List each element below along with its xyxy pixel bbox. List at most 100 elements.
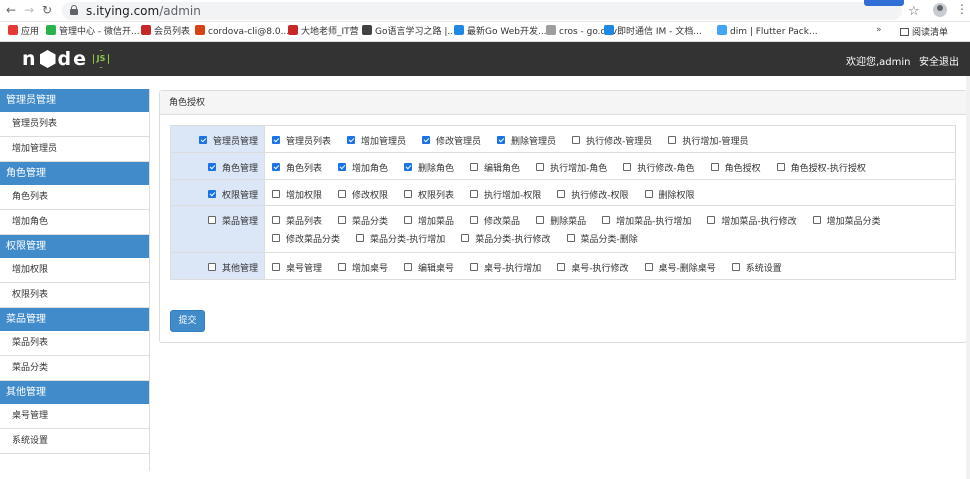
permission-checkbox-label[interactable]: 修改菜品分类: [272, 229, 340, 247]
permission-checkbox-label[interactable]: 桌号-删除桌号: [644, 258, 716, 276]
reload-icon[interactable]: ↻: [40, 3, 54, 17]
group-checkbox-label[interactable]: 权限管理: [207, 185, 258, 203]
bookmark-item[interactable]: dim | Flutter Pack...: [717, 25, 818, 39]
permission-checkbox[interactable]: [356, 234, 365, 242]
permission-checkbox[interactable]: [668, 136, 677, 144]
sidebar-section-header[interactable]: 管理员管理: [0, 89, 149, 112]
permission-checkbox-label[interactable]: 增加角色: [338, 158, 388, 176]
permission-checkbox-label[interactable]: 菜品分类-执行修改: [461, 229, 551, 247]
permission-checkbox-label[interactable]: 菜品列表: [272, 211, 322, 229]
bookmark-item[interactable]: 即时通信 IM - 文档...: [604, 25, 702, 39]
bookmark-item[interactable]: 应用: [8, 25, 39, 39]
sidebar-item[interactable]: 菜品列表: [0, 331, 149, 356]
forward-icon[interactable]: →: [22, 3, 36, 17]
permission-checkbox-label[interactable]: 执行修改-权限: [557, 185, 629, 203]
permission-checkbox[interactable]: [710, 163, 719, 171]
group-checkbox-label[interactable]: 其他管理: [207, 258, 258, 276]
bookmark-item[interactable]: Go语言学习之路 |...: [362, 25, 456, 39]
permission-checkbox[interactable]: [338, 190, 347, 198]
sidebar-item[interactable]: 角色列表: [0, 185, 149, 210]
permission-checkbox[interactable]: [644, 263, 653, 271]
permission-checkbox-label[interactable]: 增加菜品-执行增加: [602, 211, 691, 229]
permission-checkbox[interactable]: [272, 163, 280, 171]
extension-tab[interactable]: [864, 0, 904, 6]
permission-checkbox-label[interactable]: 增加菜品分类: [812, 211, 881, 229]
bookmarks-overflow-icon[interactable]: »: [876, 25, 882, 35]
permission-checkbox-label[interactable]: 角色授权: [710, 158, 761, 176]
permission-checkbox[interactable]: [566, 234, 575, 242]
permission-checkbox-label[interactable]: 桌号-执行增加: [470, 258, 541, 276]
group-checkbox[interactable]: [207, 190, 216, 198]
permission-checkbox-label[interactable]: 执行增加-管理员: [668, 131, 749, 149]
permission-checkbox[interactable]: [404, 163, 413, 171]
permission-checkbox-label[interactable]: 执行增加-角色: [536, 158, 607, 176]
permission-checkbox[interactable]: [623, 163, 632, 171]
submit-button[interactable]: 提交: [170, 310, 205, 332]
url-text[interactable]: s.itying.com/admin: [86, 4, 201, 18]
permission-checkbox[interactable]: [272, 190, 280, 198]
sidebar-section-header[interactable]: 其他管理: [0, 381, 149, 404]
permission-checkbox[interactable]: [644, 190, 653, 198]
permission-checkbox-label[interactable]: 增加管理员: [347, 131, 406, 149]
group-checkbox-label[interactable]: 菜品管理: [207, 211, 258, 229]
permission-checkbox-label[interactable]: 修改菜品: [470, 211, 520, 229]
permission-checkbox-label[interactable]: 增加桌号: [338, 258, 388, 276]
permission-checkbox-label[interactable]: 执行修改-管理员: [572, 131, 652, 149]
permission-checkbox[interactable]: [470, 190, 479, 198]
permission-checkbox[interactable]: [461, 234, 470, 242]
permission-checkbox[interactable]: [557, 263, 566, 271]
group-checkbox[interactable]: [207, 263, 216, 271]
permission-checkbox[interactable]: [404, 263, 413, 271]
permission-checkbox-label[interactable]: 执行增加-权限: [470, 185, 541, 203]
permission-checkbox-label[interactable]: 角色授权-执行授权: [776, 158, 866, 176]
permission-checkbox-label[interactable]: 修改权限: [338, 185, 388, 203]
permission-checkbox[interactable]: [347, 136, 356, 144]
permission-checkbox-label[interactable]: 编辑角色: [470, 158, 520, 176]
group-checkbox-label[interactable]: 管理员管理: [198, 131, 258, 149]
permission-checkbox-label[interactable]: 删除管理员: [497, 131, 556, 149]
permission-checkbox[interactable]: [776, 163, 785, 171]
permission-checkbox[interactable]: [707, 216, 716, 224]
sidebar-item[interactable]: 权限列表: [0, 283, 149, 308]
permission-checkbox[interactable]: [272, 216, 280, 224]
sidebar-item[interactable]: 增加权限: [0, 258, 149, 283]
back-icon[interactable]: ←: [4, 3, 18, 17]
permission-checkbox[interactable]: [338, 216, 347, 224]
sidebar-item[interactable]: 菜品分类: [0, 356, 149, 381]
permission-checkbox[interactable]: [272, 263, 280, 271]
permission-checkbox-label[interactable]: 修改管理员: [422, 131, 481, 149]
permission-checkbox-label[interactable]: 执行修改-角色: [623, 158, 695, 176]
sidebar-item[interactable]: 增加角色: [0, 210, 149, 235]
permission-checkbox-label[interactable]: 角色列表: [272, 158, 322, 176]
permission-checkbox-label[interactable]: 菜品分类: [338, 211, 388, 229]
permission-checkbox-label[interactable]: 菜品分类-执行增加: [356, 229, 445, 247]
profile-avatar-icon[interactable]: [933, 3, 947, 17]
permission-checkbox[interactable]: [470, 263, 479, 271]
group-checkbox-label[interactable]: 角色管理: [207, 158, 258, 176]
permission-checkbox[interactable]: [470, 163, 479, 171]
menu-kebab-icon[interactable]: ⋮: [956, 2, 968, 16]
sidebar-item[interactable]: 桌号管理: [0, 404, 149, 429]
permission-checkbox-label[interactable]: 桌号管理: [272, 258, 322, 276]
permission-checkbox[interactable]: [338, 163, 347, 171]
permission-checkbox-label[interactable]: 权限列表: [404, 185, 454, 203]
sidebar-section-header[interactable]: 菜品管理: [0, 308, 149, 331]
bookmark-item[interactable]: 会员列表: [141, 25, 190, 39]
permission-checkbox-label[interactable]: 编辑桌号: [404, 258, 454, 276]
permission-checkbox[interactable]: [404, 216, 413, 224]
logout-link[interactable]: 安全退出: [919, 53, 959, 68]
bookmark-item[interactable]: 管理中心 - 微信开...: [46, 25, 140, 39]
permission-checkbox[interactable]: [422, 136, 431, 144]
permission-checkbox-label[interactable]: 菜品分类-删除: [566, 229, 638, 247]
scrollbar[interactable]: [966, 76, 970, 479]
permission-checkbox[interactable]: [536, 163, 545, 171]
permission-checkbox[interactable]: [572, 136, 581, 144]
permission-checkbox[interactable]: [497, 136, 506, 144]
bookmark-item[interactable]: 最新Go Web开发...: [454, 25, 547, 39]
permission-checkbox[interactable]: [536, 216, 545, 224]
permission-checkbox[interactable]: [470, 216, 479, 224]
permission-checkbox-label[interactable]: 增加菜品: [404, 211, 454, 229]
permission-checkbox[interactable]: [338, 263, 347, 271]
bookmark-item[interactable]: cordova-cli@8.0...: [195, 25, 289, 39]
permission-checkbox-label[interactable]: 删除角色: [404, 158, 454, 176]
